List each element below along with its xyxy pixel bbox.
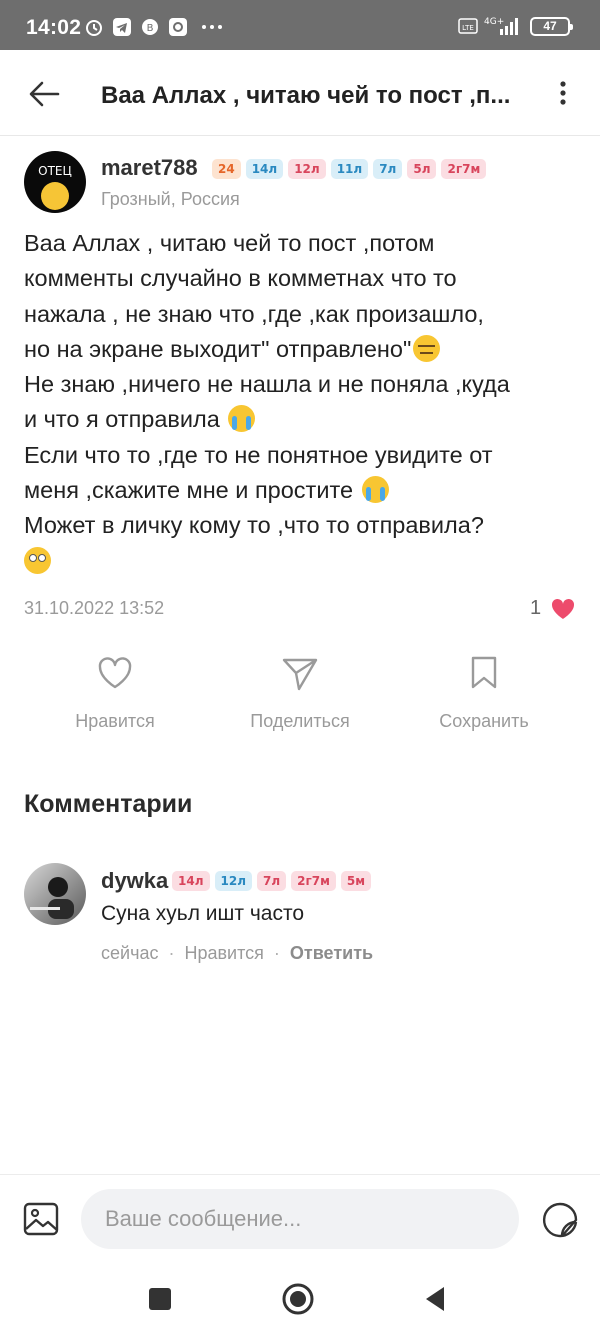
message-input[interactable]	[81, 1189, 519, 1249]
badge: 11л	[330, 159, 369, 179]
post-line: нажала , не знаю что ,где ,как произашло…	[24, 300, 484, 327]
post-line-wrap: но на экране выходит" отправлено"	[24, 332, 584, 367]
badge: 14л	[245, 159, 284, 179]
post-line: Не знаю ,ничего не нашла и не поняла ,ку…	[24, 371, 510, 398]
volte-icon: LTE	[458, 18, 478, 34]
avatar-caption: ОТЕЦ	[38, 164, 72, 178]
settings-app-icon	[169, 18, 187, 36]
badge: 2г7м	[441, 159, 487, 179]
badge: 7л	[373, 159, 403, 179]
status-time: 14:02	[26, 16, 82, 39]
battery-indicator: 47	[530, 16, 573, 36]
commenter-avatar[interactable]	[24, 863, 86, 925]
post-line: комменты случайно в комметнах что то	[24, 265, 457, 292]
post-line: Может в личку кому то ,что то отправила?	[24, 512, 484, 539]
post-body: Ваа Аллах , читаю чей то пост ,потом ком…	[24, 226, 584, 579]
separator-dot: ·	[273, 943, 280, 963]
share-button[interactable]: Поделиться	[210, 655, 390, 745]
heart-outline-icon	[98, 657, 132, 689]
crying-face-icon	[361, 476, 389, 504]
save-button[interactable]: Сохранить	[394, 655, 574, 745]
badge: 2г7м	[291, 871, 336, 891]
save-label: Сохранить	[439, 711, 529, 731]
comment-time: сейчас	[101, 943, 159, 963]
more-notifications-icon	[202, 25, 222, 29]
author-avatar[interactable]: ОТЕЦ	[24, 151, 86, 213]
commenter-username[interactable]: dywka	[101, 868, 168, 894]
status-indicators: LTE 4G+ 47	[458, 14, 573, 38]
status-bar: 14:02 B LTE 4G+ 47	[0, 0, 600, 50]
badge: 12л	[214, 871, 252, 891]
crying-face-icon	[228, 405, 256, 433]
telegram-icon	[113, 18, 131, 36]
svg-text:LTE: LTE	[462, 24, 474, 32]
share-label: Поделиться	[250, 711, 350, 731]
badge: 7л	[257, 871, 287, 891]
comment-like-link[interactable]: Нравится	[184, 943, 263, 964]
badge: 12л	[288, 159, 326, 179]
like-count: 1	[530, 597, 542, 619]
post-line-wrap: меня ,скажите мне и простите	[24, 473, 584, 508]
whatsapp-business-icon: B	[142, 19, 158, 35]
badge: 5м	[340, 871, 372, 891]
post-date: 31.10.2022 13:52	[24, 598, 165, 618]
comment-text: Суна хуьл ишт часто	[101, 902, 305, 925]
recents-square-icon[interactable]	[142, 1281, 178, 1317]
eye-roll-face-icon	[24, 546, 51, 574]
expressionless-face-icon	[413, 334, 441, 362]
post-line: и что я отправила	[24, 406, 227, 433]
signal-icon: 4G+	[484, 17, 518, 35]
like-button[interactable]: Нравится	[25, 655, 205, 745]
comments-heading: Комментарии	[24, 790, 193, 818]
pensive-face-icon	[41, 182, 69, 210]
back-triangle-icon[interactable]	[418, 1281, 454, 1317]
sticker-icon[interactable]	[540, 1200, 580, 1240]
page-title: Ваа Аллах , читаю чей то пост ,п...	[101, 82, 511, 109]
author-location: Грозный, Россия	[101, 189, 240, 209]
post-line: меня ,скажите мне и простите	[24, 477, 360, 504]
system-nav-bar	[0, 1266, 600, 1332]
alarm-icon	[86, 20, 102, 36]
home-circle-icon[interactable]	[280, 1281, 316, 1317]
post-line: но на экране выходит" отправлено"	[24, 335, 412, 362]
author-badges: 24 14л 12л 11л 7л 5л 2г7м	[212, 159, 487, 179]
message-composer	[0, 1174, 600, 1266]
commenter-badges: 14л 12л 7л 2г7м 5м	[172, 871, 372, 891]
send-icon	[282, 658, 318, 691]
image-attach-icon[interactable]	[22, 1200, 60, 1238]
bookmark-icon	[471, 656, 497, 689]
like-label: Нравится	[75, 711, 155, 731]
svg-text:4G+: 4G+	[484, 17, 504, 27]
app-header: Ваа Аллах , читаю чей то пост ,п...	[0, 50, 600, 136]
post-line-wrap	[24, 544, 584, 579]
post-line-wrap: и что я отправила	[24, 402, 584, 437]
post-line: Если что то ,где то не понятное увидите …	[24, 441, 493, 468]
comment-meta: сейчас · Нравится · Ответить	[101, 943, 373, 964]
author-username[interactable]: maret788	[101, 155, 198, 181]
svg-text:B: B	[147, 23, 154, 34]
back-arrow-icon[interactable]	[24, 74, 64, 114]
commenter-photo	[30, 877, 74, 919]
badge: 5л	[407, 159, 437, 179]
separator-dot: ·	[168, 943, 175, 963]
more-options-icon[interactable]	[550, 78, 576, 108]
badge: 24	[212, 159, 241, 179]
badge: 14л	[172, 871, 210, 891]
comment-reply-link[interactable]: Ответить	[290, 943, 373, 964]
heart-filled-icon[interactable]	[550, 597, 576, 621]
post-line: Ваа Аллах , читаю чей то пост ,потом	[24, 230, 435, 256]
